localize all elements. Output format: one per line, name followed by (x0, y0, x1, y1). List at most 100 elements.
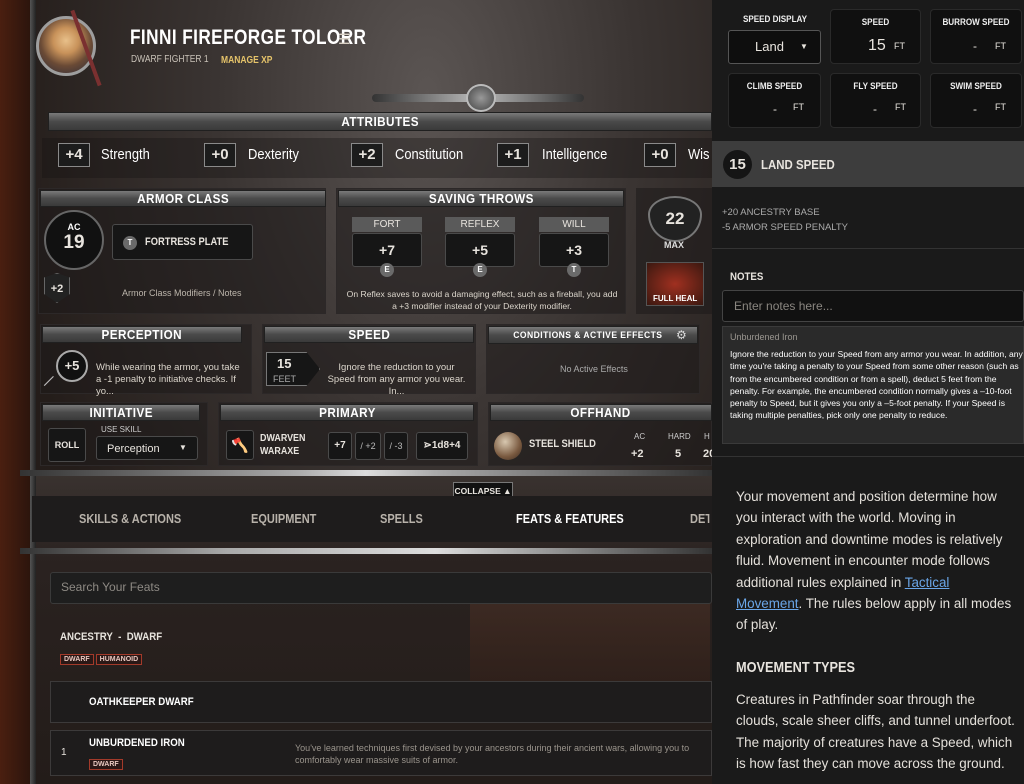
use-skill-label: USE SKILL (101, 425, 142, 434)
perception-value[interactable]: +5 (56, 350, 88, 382)
land-speed-row (712, 141, 1024, 187)
emblem-icon (466, 84, 496, 112)
wisdom-mod[interactable]: +0 (644, 143, 676, 167)
ac-label: AC (67, 222, 81, 232)
speed-display-select[interactable]: Land ▼ (728, 30, 821, 64)
reflex-save[interactable]: REFLEX +5 E (445, 217, 515, 277)
character-name: FINNI FIREFORGE TOLORR (130, 26, 367, 49)
notes-label: NOTES (730, 271, 764, 283)
speed-box-value: 15 (868, 37, 886, 54)
speed-box: SPEED 15 FT (830, 9, 921, 64)
tab-details[interactable]: DETA (690, 512, 709, 526)
intelligence-label: Intelligence (542, 146, 608, 163)
manage-xp-link[interactable]: MANAGE XP (221, 55, 272, 66)
ancestry-heading: ANCESTRY - DWARF (60, 631, 163, 643)
shield-icon[interactable] (494, 432, 522, 460)
constitution-label: Constitution (395, 146, 464, 163)
offhand-hard-label: HARD (668, 432, 691, 441)
menu-icon[interactable]: ☰ (338, 31, 351, 48)
speed-display-label: SPEED DISPLAY (742, 14, 808, 24)
swim-speed-box: SWIM SPEED - FT (930, 73, 1022, 128)
perception-note: While wearing the armor, you take a -1 p… (96, 362, 240, 397)
feat-row[interactable]: OATHKEEPER DWARF (50, 681, 712, 723)
ac-badge[interactable]: AC 19 (44, 210, 104, 270)
speed-modifier: +20 ANCESTRY BASE (722, 207, 820, 218)
feat-description: You've learned techniques first devised … (295, 743, 690, 765)
speed-value: 15 (277, 356, 292, 371)
notes-input[interactable]: Enter notes here... (722, 290, 1024, 322)
attributes-header: ATTRIBUTES (48, 112, 712, 131)
feat-level: 1 (61, 747, 67, 758)
divider (712, 456, 1024, 457)
full-heal-button[interactable]: FULL HEAL (646, 262, 704, 306)
movement-text: Your movement and position determine how… (736, 489, 1003, 590)
primary-damage[interactable]: ⋗1d8+4 (416, 432, 468, 460)
swim-speed-value: - (973, 102, 977, 116)
reflex-prof: E (473, 263, 487, 277)
offhand-hard-value: 5 (675, 448, 682, 460)
dexterity-mod[interactable]: +0 (204, 143, 236, 167)
perception-header: PERCEPTION (42, 326, 242, 343)
feat-name: OATHKEEPER DWARF (89, 696, 194, 708)
constitution-mod[interactable]: +2 (351, 143, 383, 167)
primary-weapon-name[interactable]: DWARVEN WARAXE (260, 432, 311, 458)
conditions-header: CONDITIONS & ACTIVE EFFECTS (488, 326, 698, 344)
speed-box-label: SPEED (861, 17, 890, 27)
climb-speed-unit: FT (793, 102, 804, 112)
tag-dwarf: DWARF (60, 654, 94, 665)
strength-label: Strength (101, 146, 150, 163)
offhand-hp-label: H (704, 432, 710, 441)
collapse-rail (20, 470, 712, 476)
offhand-hp-value: 20 (703, 448, 712, 460)
burrow-speed-value: - (973, 39, 977, 53)
chevron-down-icon: ▼ (179, 443, 187, 452)
fly-speed-box: FLY SPEED - FT (830, 73, 921, 128)
tab-skills-actions[interactable]: SKILLS & ACTIONS (79, 512, 181, 526)
tab-feats-features[interactable]: FEATS & FEATURES (516, 512, 624, 526)
speed-box-unit: FT (894, 41, 905, 51)
reflex-label: REFLEX (445, 217, 515, 232)
initiative-skill-value: Perception (107, 443, 160, 455)
gear-icon[interactable]: ⚙ (676, 328, 687, 342)
tooltip-text: Ignore the reduction to your Speed from … (730, 349, 1023, 421)
strength-mod[interactable]: +4 (58, 143, 90, 167)
initiative-skill-select[interactable]: Perception ▼ (96, 436, 198, 460)
speed-note: Ignore the reduction to your Speed from … (327, 362, 466, 397)
tab-equipment[interactable]: EQUIPMENT (251, 512, 316, 526)
primary-attack-3[interactable]: / -3 (384, 432, 408, 460)
fort-save[interactable]: FORT +7 E (352, 217, 422, 277)
primary-attack-1[interactable]: +7 (328, 432, 352, 460)
intelligence-mod[interactable]: +1 (497, 143, 529, 167)
initiative-roll-button[interactable]: ROLL (48, 428, 86, 462)
armor-prof-tag: T (123, 236, 137, 250)
feat-tooltip: Unburdened Iron Ignore the reduction to … (722, 326, 1024, 444)
divider (712, 248, 1024, 249)
speed-display-value: Land (755, 39, 784, 54)
will-save[interactable]: WILL +3 T (539, 217, 609, 277)
speed-header: SPEED (264, 326, 474, 343)
climb-speed-value: - (773, 102, 777, 116)
feat-row[interactable]: 1 UNBURDENED IRON DWARF You've learned t… (50, 730, 712, 776)
offhand-ac-value: +2 (631, 448, 644, 460)
frame-rail (30, 0, 36, 784)
land-speed-value: 15 (723, 150, 752, 179)
ancestry-tags: DWARF HUMANOID (60, 648, 144, 666)
wisdom-label: Wis (688, 146, 710, 163)
offhand-ac-label: AC (634, 432, 646, 441)
feats-search-input[interactable]: Search Your Feats (50, 572, 712, 604)
axe-icon[interactable]: 🪓 (226, 430, 254, 460)
offhand-header: OFFHAND (490, 404, 712, 421)
initiative-header: INITIATIVE (42, 404, 200, 421)
will-label: WILL (539, 217, 609, 232)
swim-speed-unit: FT (995, 102, 1006, 112)
chevron-down-icon: ▼ (800, 42, 808, 51)
movement-types-heading: MOVEMENT TYPES (736, 659, 856, 676)
tab-spells[interactable]: SPELLS (380, 512, 423, 526)
ac-value: 19 (63, 232, 85, 253)
offhand-item-name[interactable]: STEEL SHIELD (529, 438, 596, 450)
ac-notes-link[interactable]: Armor Class Modifiers / Notes (122, 288, 242, 298)
fly-speed-value: - (873, 102, 877, 116)
armor-item[interactable]: T FORTRESS PLATE (112, 224, 253, 260)
speed-modifier: -5 ARMOR SPEED PENALTY (722, 222, 848, 233)
primary-attack-2[interactable]: / +2 (355, 432, 381, 460)
